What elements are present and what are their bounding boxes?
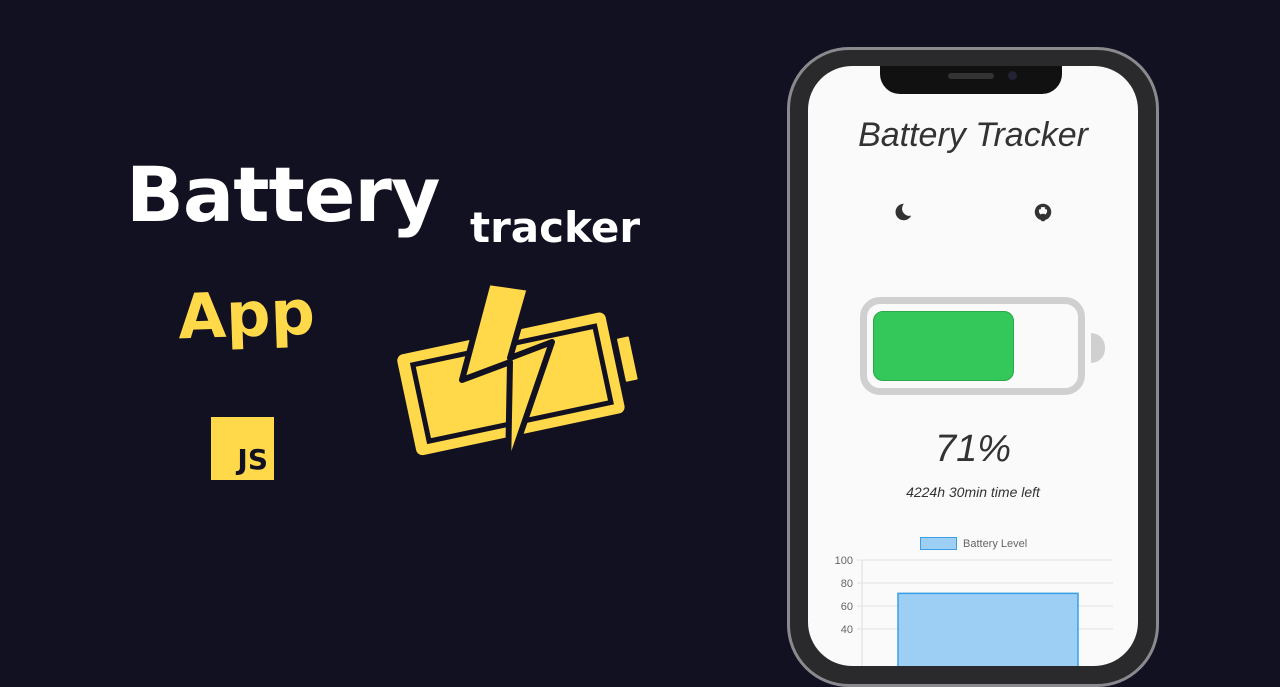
phone-notch bbox=[880, 66, 1062, 94]
camera bbox=[1008, 71, 1017, 80]
battery-chart: 100 80 60 40 bbox=[835, 555, 1113, 666]
github-icon[interactable] bbox=[1032, 201, 1054, 223]
hero-subtitle: tracker bbox=[470, 203, 641, 252]
hero-title: Battery bbox=[126, 150, 440, 239]
battery-indicator bbox=[860, 297, 1085, 395]
hero-app-label: App bbox=[176, 275, 316, 354]
battery-percent: 71% bbox=[934, 428, 1012, 470]
bar bbox=[897, 592, 1079, 666]
y-tick-label: 60 bbox=[841, 601, 853, 613]
time-left: 4224h 30min time left bbox=[906, 484, 1040, 500]
js-logo: JS bbox=[211, 417, 274, 480]
moon-icon[interactable] bbox=[891, 201, 913, 223]
y-tick-label: 40 bbox=[841, 624, 853, 636]
speaker bbox=[948, 73, 994, 79]
battery-cap bbox=[1091, 333, 1105, 363]
phone-screen: Battery Tracker 71% 4224h 30min time lef… bbox=[808, 66, 1138, 666]
battery-lightning-illustration bbox=[390, 279, 644, 473]
app-title: Battery Tracker bbox=[858, 116, 1088, 154]
y-tick-label: 80 bbox=[841, 578, 853, 590]
y-tick-label: 100 bbox=[835, 555, 853, 567]
battery-fill bbox=[873, 311, 1014, 381]
